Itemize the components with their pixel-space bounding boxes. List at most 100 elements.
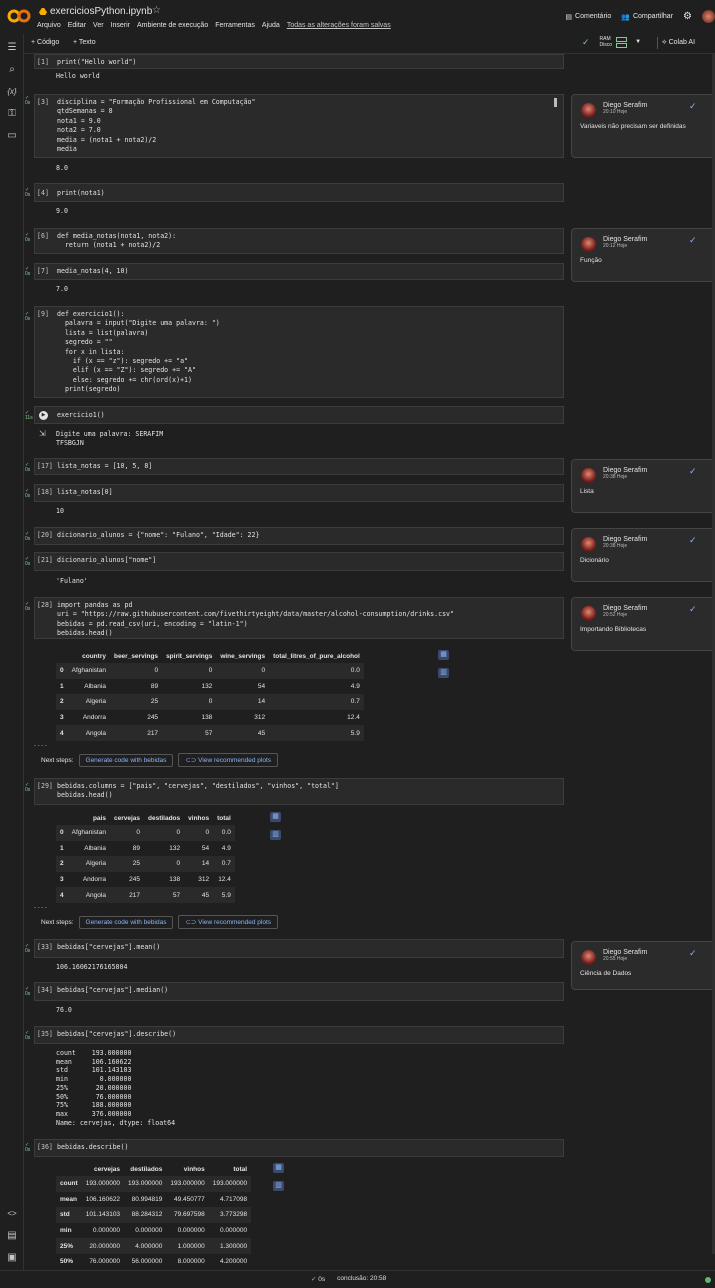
code-cell[interactable]: ▶ exercicio1(): [34, 406, 564, 424]
code-cell[interactable]: [20] dicionario_alunos = {"nome": "Fulano…: [34, 527, 564, 545]
menu-help[interactable]: Ajuda: [262, 22, 280, 29]
menu-insert[interactable]: Inserir: [111, 22, 130, 29]
cell-code[interactable]: print("Hello world"): [57, 58, 136, 67]
cell-code[interactable]: bebidas.columns = ["pais", "cervejas", "…: [57, 782, 339, 801]
code-cell[interactable]: [17] lista_notas = [10, 5, 8]: [34, 458, 564, 475]
output-action-icon[interactable]: ⇲: [39, 429, 46, 438]
code-snippets-icon[interactable]: <>: [6, 1208, 18, 1220]
code-cell[interactable]: [1] print("Hello world"): [34, 54, 564, 69]
commenter-name: Diego Serafim: [603, 236, 648, 243]
resolve-check-icon[interactable]: ✓: [689, 604, 697, 615]
resolve-check-icon[interactable]: ✓: [689, 948, 697, 959]
resolve-check-icon[interactable]: ✓: [689, 466, 697, 477]
view-plots-button[interactable]: ⊂⊃ View recommended plots: [178, 753, 279, 767]
table-view-icon[interactable]: ▦: [270, 812, 281, 822]
code-cell[interactable]: [34] bebidas["cervejas"].median(): [34, 982, 564, 1001]
table-of-contents-icon[interactable]: ☰: [6, 42, 18, 54]
menu-view[interactable]: Ver: [93, 22, 104, 29]
code-cell[interactable]: [35] bebidas["cervejas"].describe(): [34, 1026, 564, 1044]
resolve-check-icon[interactable]: ✓: [689, 535, 697, 546]
avatar[interactable]: [702, 10, 715, 23]
cell-output: 10: [56, 507, 64, 515]
execution-count: [18]: [37, 488, 53, 496]
star-icon[interactable]: ☆: [152, 5, 161, 16]
output-ellipsis[interactable]: - - - -: [34, 743, 47, 749]
view-plots-button[interactable]: ⊂⊃ View recommended plots: [178, 915, 279, 929]
table-cell: 0.000000: [219, 1227, 248, 1235]
table-view-icon[interactable]: ▦: [438, 650, 449, 660]
cell-code[interactable]: bebidas["cervejas"].median(): [57, 986, 168, 995]
resources-indicator[interactable]: ✓ RAM Disco ▼: [582, 36, 641, 48]
code-cell[interactable]: [6] def media_notas(nota1, nota2): return…: [34, 228, 564, 254]
code-cell[interactable]: [28] import pandas as pd uri = "https://r…: [34, 597, 564, 639]
variables-icon[interactable]: {x}: [6, 86, 18, 98]
comment-card[interactable]: Diego Serafim 20:52 Hoje ✓ ⋮ Importando …: [571, 597, 715, 651]
code-cell[interactable]: [36] bebidas.describe(): [34, 1139, 564, 1157]
cell-code[interactable]: def media_notas(nota1, nota2): return (n…: [57, 232, 176, 251]
share-button[interactable]: 👥 Compartilhar: [621, 13, 673, 21]
plot-icon: ⊂⊃: [185, 757, 199, 764]
generate-code-button[interactable]: Generate code with bebidas: [78, 915, 174, 929]
comment-card[interactable]: Diego Serafim 20:10 Hoje ✓ ⋮ Variaveis n…: [571, 94, 715, 158]
cell-code[interactable]: lista_notas[0]: [57, 488, 113, 497]
chart-suggest-icon[interactable]: ▥: [273, 1181, 284, 1191]
code-cell[interactable]: [18] lista_notas[0]: [34, 484, 564, 502]
cell-code[interactable]: import pandas as pd uri = "https://raw.g…: [57, 601, 454, 639]
menu-tools[interactable]: Ferramentas: [215, 22, 255, 29]
cell-code[interactable]: bebidas["cervejas"].mean(): [57, 943, 160, 952]
comment-card[interactable]: Diego Serafim 20:38 Hoje ✓ ⋮ Dicionário: [571, 528, 715, 582]
menu-edit[interactable]: Editar: [68, 22, 86, 29]
add-text-button[interactable]: + Texto: [73, 39, 96, 46]
generate-code-button[interactable]: Generate code with bebidas: [78, 753, 174, 767]
code-cell[interactable]: [21] dicionario_alunos["nome"]: [34, 552, 564, 571]
settings-gear-icon[interactable]: ⚙: [683, 11, 692, 22]
execution-status[interactable]: ✓ 0s conclusão: 20:58: [311, 1275, 386, 1283]
search-icon[interactable]: ⌕: [6, 64, 18, 76]
output-ellipsis[interactable]: - - - -: [34, 905, 47, 911]
cell-code[interactable]: exercicio1(): [57, 411, 105, 420]
chart-suggest-icon[interactable]: ▥: [270, 830, 281, 840]
cell-code[interactable]: dicionario_alunos = {"nome": "Fulano", "…: [57, 531, 259, 540]
comment-card[interactable]: Diego Serafim 20:12 Hoje ✓ ⋮ Função: [571, 228, 715, 282]
comment-card[interactable]: Diego Serafim 20:38 Hoje ✓ ⋮ Lista: [571, 459, 715, 513]
resolve-check-icon[interactable]: ✓: [689, 101, 697, 112]
code-cell[interactable]: [9] def exercicio1(): palavra = input("Di…: [34, 306, 564, 398]
cell-code[interactable]: media_notas(4, 10): [57, 267, 128, 276]
comment-button[interactable]: ▤ Comentário: [565, 13, 611, 21]
command-palette-icon[interactable]: ▤: [6, 1230, 18, 1242]
comment-card[interactable]: Diego Serafim 20:55 Hoje ✓ ⋮ Ciência de …: [571, 941, 715, 990]
resolve-check-icon[interactable]: ✓: [689, 235, 697, 246]
cell-code[interactable]: def exercicio1(): palavra = input("Digit…: [57, 310, 220, 395]
chevron-down-icon[interactable]: ▼: [635, 39, 641, 45]
menu-runtime[interactable]: Ambiente de execução: [137, 22, 208, 29]
cell-code[interactable]: dicionario_alunos["nome"]: [57, 556, 156, 565]
cell-code[interactable]: lista_notas = [10, 5, 8]: [57, 462, 152, 471]
cell-code[interactable]: print(nota1): [57, 189, 105, 198]
execution-count: [4]: [37, 189, 49, 197]
cell-code[interactable]: bebidas["cervejas"].describe(): [57, 1030, 176, 1039]
terminal-icon[interactable]: ▣: [6, 1252, 18, 1264]
secrets-key-icon[interactable]: ⚿: [6, 108, 18, 120]
cell-code[interactable]: disciplina = "Formação Profissional em C…: [57, 98, 256, 154]
saved-status[interactable]: Todas as alterações foram salvas: [287, 22, 391, 29]
code-cell[interactable]: [4] print(nota1): [34, 183, 564, 202]
cell-scrollbar[interactable]: [554, 98, 557, 107]
colab-logo[interactable]: [7, 8, 31, 24]
add-code-button[interactable]: + Código: [31, 39, 59, 46]
code-cell[interactable]: [3] disciplina = "Formação Profissional e…: [34, 94, 564, 158]
run-status-icon: ✓ 0s: [25, 462, 31, 473]
colab-ai-button[interactable]: ⟡ Colab AI: [657, 37, 699, 49]
code-cell[interactable]: [29] bebidas.columns = ["pais", "cervejas…: [34, 778, 564, 805]
code-cell[interactable]: [7] media_notas(4, 10): [34, 263, 564, 280]
run-status-icon: ✓ 0s: [25, 311, 31, 322]
code-cell[interactable]: [33] bebidas["cervejas"].mean(): [34, 939, 564, 958]
chart-suggest-icon[interactable]: ▥: [438, 668, 449, 678]
notebook-title[interactable]: exerciciosPython.ipynb: [50, 6, 152, 17]
run-cell-icon[interactable]: ▶: [39, 411, 48, 420]
folder-icon[interactable]: ▭: [6, 130, 18, 142]
cell-code[interactable]: bebidas.describe(): [57, 1143, 128, 1152]
execution-count: [3]: [37, 98, 49, 106]
menu-file[interactable]: Arquivo: [37, 22, 61, 29]
dataframe-header-row: pais cervejas destilados vinhos total: [56, 811, 235, 825]
table-view-icon[interactable]: ▦: [273, 1163, 284, 1173]
